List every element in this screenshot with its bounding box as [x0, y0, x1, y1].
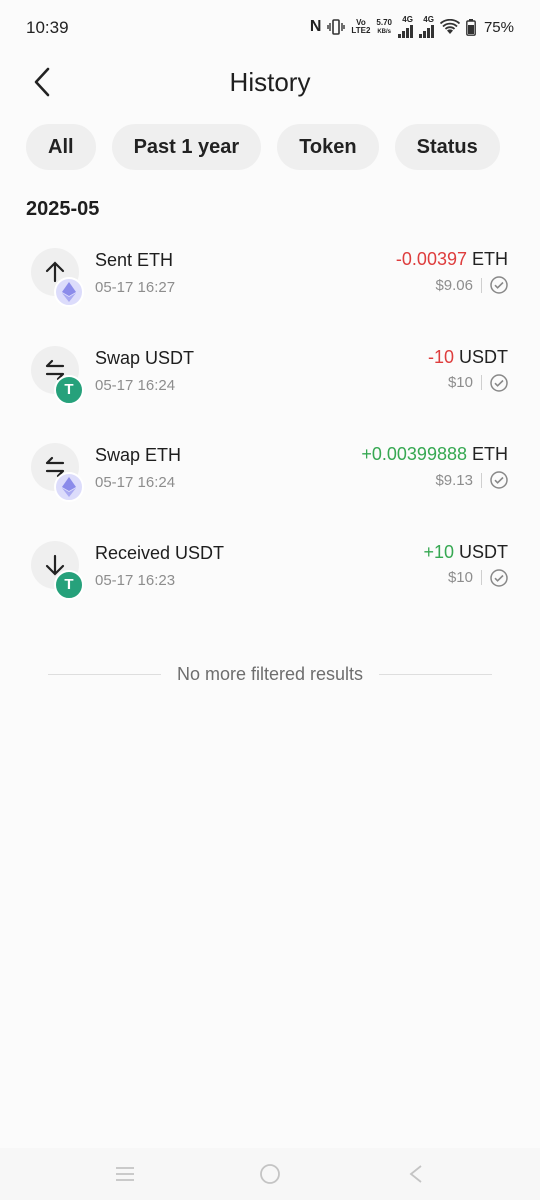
tx-title: Swap ETH — [95, 445, 182, 465]
transaction-row[interactable]: Swap ETH 05-17 16:24 +0.00399888 ETH $9.… — [0, 437, 540, 535]
usdt-token-icon: T — [54, 569, 84, 600]
transaction-list: Sent ETH 05-17 16:27 -0.00397 ETH $9.06 … — [0, 242, 540, 632]
nfc-icon: N — [309, 18, 322, 35]
status-icons: N Vo LTE2 5.70 KB/s 4G 4G 75% — [310, 16, 514, 38]
tx-amount: -0.00397 ETH — [395, 249, 508, 269]
wifi-icon — [439, 19, 460, 34]
status-bar: 10:39 N Vo LTE2 5.70 KB/s 4G 4G 75% — [0, 0, 540, 56]
battery-icon — [466, 18, 476, 36]
system-nav-bar — [0, 1148, 540, 1200]
transaction-row[interactable]: Sent ETH 05-17 16:27 -0.00397 ETH $9.06 — [0, 242, 540, 340]
check-circle-icon — [490, 471, 508, 489]
tx-title: Received USDT — [95, 542, 225, 563]
usdt-token-icon: T — [54, 374, 84, 405]
menu-icon — [116, 1167, 134, 1181]
system-back-button[interactable] — [403, 1162, 429, 1186]
tx-title: Swap USDT — [95, 347, 195, 368]
eth-token-icon — [54, 472, 84, 502]
home-circle-icon — [260, 1164, 280, 1184]
signal-1: 4G — [397, 16, 413, 38]
filter-chip-period[interactable]: Past 1 year — [111, 124, 262, 170]
signal-2: 4G — [418, 16, 434, 38]
tx-amount: +0.00399888 ETH — [361, 444, 508, 464]
vibrate-icon — [327, 19, 346, 35]
tx-time: 05-17 16:24 — [95, 474, 176, 491]
transaction-row[interactable]: T Swap USDT 05-17 16:24 -10 USDT $10 — [0, 340, 540, 438]
recents-button[interactable] — [112, 1162, 138, 1186]
tx-title: Sent ETH — [95, 250, 174, 270]
tx-time: 05-17 16:24 — [95, 376, 176, 394]
network-speed: 5.70 KB/s — [376, 17, 392, 35]
status-time: 10:39 — [26, 18, 69, 37]
check-circle-icon — [490, 373, 508, 392]
end-of-list-text: No more filtered results — [176, 664, 364, 684]
check-circle-icon — [490, 276, 508, 294]
eth-token-icon — [54, 277, 84, 307]
tx-amount: -10 USDT — [427, 346, 508, 367]
tx-fiat: $9.06 — [435, 276, 508, 294]
check-circle-icon — [490, 568, 508, 587]
divider — [379, 674, 493, 675]
tx-fiat: $9.13 — [435, 471, 508, 489]
triangle-back-icon — [409, 1165, 422, 1183]
tx-fiat: $10 — [448, 373, 508, 392]
tx-fiat: $10 — [448, 568, 508, 587]
filter-chip-all[interactable]: All — [26, 124, 96, 170]
tx-time: 05-17 16:23 — [95, 571, 176, 589]
filter-chip-token[interactable]: Token — [277, 124, 379, 170]
transaction-row[interactable]: T Received USDT 05-17 16:23 +10 USDT $10 — [0, 535, 540, 633]
home-button[interactable] — [257, 1162, 283, 1186]
filter-bar: All Past 1 year Token Status — [26, 124, 500, 170]
header: History — [0, 56, 540, 110]
battery-level: 75% — [483, 18, 514, 36]
tx-amount: +10 USDT — [423, 541, 508, 562]
signal-bars-icon — [418, 24, 434, 38]
volte-indicator: Vo LTE2 — [351, 18, 371, 35]
divider — [48, 674, 161, 675]
tx-time: 05-17 16:27 — [95, 279, 176, 296]
page-title: History — [229, 67, 311, 97]
filter-chip-status[interactable]: Status — [394, 124, 500, 170]
end-of-list: No more filtered results — [48, 664, 493, 685]
month-heading: 2025-05 — [26, 198, 100, 220]
signal-bars-icon — [397, 24, 413, 38]
